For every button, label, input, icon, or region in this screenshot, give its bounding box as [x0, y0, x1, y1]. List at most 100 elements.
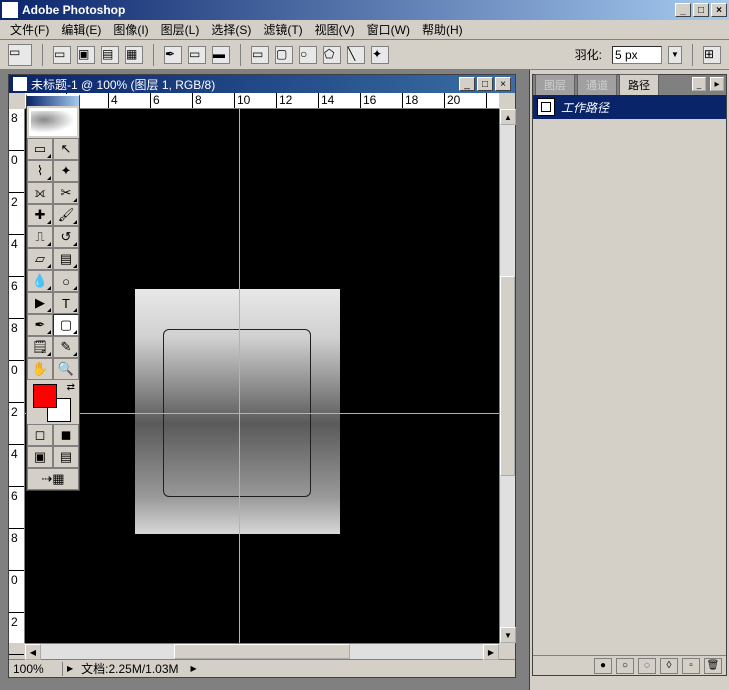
- pen-tool[interactable]: ✒: [27, 314, 53, 336]
- document-info: 文档:2.25M/1.03M: [73, 660, 186, 677]
- menu-window[interactable]: 窗口(W): [361, 19, 416, 40]
- standard-mode-icon[interactable]: ◻: [27, 424, 53, 446]
- options-dropdown-icon[interactable]: ▼: [668, 46, 682, 64]
- menu-help[interactable]: 帮助(H): [416, 19, 469, 40]
- path-item[interactable]: 工作路径: [533, 95, 726, 119]
- screen-standard-icon[interactable]: ▣: [27, 446, 53, 468]
- magic-wand-tool[interactable]: ✦: [53, 160, 79, 182]
- rectangle-tool[interactable]: ▢: [53, 314, 79, 336]
- ruler-horizontal[interactable]: 0246810121416182022: [25, 93, 499, 109]
- minimize-button[interactable]: _: [675, 3, 691, 17]
- close-button[interactable]: ×: [711, 3, 727, 17]
- color-swatches: ⇄: [27, 380, 79, 424]
- toolbox-grip[interactable]: [27, 96, 79, 106]
- guide-vertical[interactable]: [239, 109, 240, 643]
- crop-tool[interactable]: ⟗: [27, 182, 53, 204]
- separator: [153, 44, 154, 66]
- jump-to-imageready-icon[interactable]: ⇢▦: [27, 468, 79, 490]
- canvas[interactable]: [25, 109, 499, 643]
- paths-icon[interactable]: ▭: [188, 46, 206, 64]
- quickmask-mode-icon[interactable]: ◼: [53, 424, 79, 446]
- document-titlebar[interactable]: 未标题-1 @ 100% (图层 1, RGB/8) _ □ ×: [9, 75, 515, 93]
- hand-tool[interactable]: ✋: [27, 358, 53, 380]
- separator: [692, 44, 693, 66]
- separator: [42, 44, 43, 66]
- selection-add-icon[interactable]: ▣: [77, 46, 95, 64]
- eyedropper-tool[interactable]: ✎: [53, 336, 79, 358]
- guide-horizontal[interactable]: [25, 413, 499, 414]
- lasso-tool[interactable]: ⌇: [27, 160, 53, 182]
- tab-paths[interactable]: 路径: [619, 74, 659, 95]
- gradient-tool[interactable]: ▤: [53, 248, 79, 270]
- rect-shape-icon[interactable]: ▭: [251, 46, 269, 64]
- toolbox[interactable]: ▭ ↖ ⌇ ✦ ⟗ ✂ ✚ 🖌 ⎍ ↺ ▱ ▤ 💧 ○ ▶ T ✒ ▢ 🗒 ✎: [26, 94, 80, 491]
- palette-well-icon[interactable]: ⊞: [703, 46, 721, 64]
- ellipse-shape-icon[interactable]: ○: [299, 46, 317, 64]
- panel-collapse-button[interactable]: _: [692, 77, 706, 91]
- menu-image[interactable]: 图像(I): [107, 19, 154, 40]
- polygon-shape-icon[interactable]: ⬠: [323, 46, 341, 64]
- separator: [240, 44, 241, 66]
- selection-intersect-icon[interactable]: ▦: [125, 46, 143, 64]
- swap-colors-icon[interactable]: ⇄: [67, 382, 75, 393]
- selection-subtract-icon[interactable]: ▤: [101, 46, 119, 64]
- doc-maximize-button[interactable]: □: [477, 77, 493, 91]
- scroll-up-icon[interactable]: ▲: [500, 109, 516, 125]
- menu-select[interactable]: 选择(S): [205, 19, 257, 40]
- history-brush-tool[interactable]: ↺: [53, 226, 79, 248]
- fill-path-icon[interactable]: ●: [594, 658, 612, 674]
- shape-layers-icon[interactable]: ✒: [164, 46, 182, 64]
- fill-pixels-icon[interactable]: ▬: [212, 46, 230, 64]
- type-tool[interactable]: T: [53, 292, 79, 314]
- tab-channels[interactable]: 通道: [577, 74, 617, 95]
- tab-layers[interactable]: 图层: [535, 74, 575, 95]
- stroke-path-icon[interactable]: ○: [616, 658, 634, 674]
- slice-tool[interactable]: ✂: [53, 182, 79, 204]
- dodge-tool[interactable]: ○: [53, 270, 79, 292]
- zoom-tool[interactable]: 🔍: [53, 358, 79, 380]
- zoom-field[interactable]: 100%: [9, 662, 63, 676]
- doc-minimize-button[interactable]: _: [459, 77, 475, 91]
- brush-tool[interactable]: 🖌: [53, 204, 79, 226]
- healing-brush-tool[interactable]: ✚: [27, 204, 53, 226]
- feather-input[interactable]: [612, 46, 662, 64]
- menu-layer[interactable]: 图层(L): [155, 19, 206, 40]
- path-thumbnail-icon: [537, 98, 555, 116]
- move-tool[interactable]: ↖: [53, 138, 79, 160]
- scroll-right-icon[interactable]: ▶: [483, 644, 499, 660]
- menu-file[interactable]: 文件(F): [4, 19, 55, 40]
- panel-dock: 图层 通道 路径 _ ▸ 工作路径 ● ○ ◌ ◊ ▫ 🗑: [529, 70, 729, 690]
- foreground-color[interactable]: [33, 384, 57, 408]
- custom-shape-icon[interactable]: ✦: [371, 46, 389, 64]
- scroll-down-icon[interactable]: ▼: [500, 627, 516, 643]
- screen-full-menubar-icon[interactable]: ▤: [53, 446, 79, 468]
- rounded-rect-shape-icon[interactable]: ▢: [275, 46, 293, 64]
- menu-edit[interactable]: 编辑(E): [55, 19, 107, 40]
- ruler-vertical[interactable]: 8024680246802: [9, 109, 25, 643]
- path-to-selection-icon[interactable]: ◌: [638, 658, 656, 674]
- workspace: 未标题-1 @ 100% (图层 1, RGB/8) _ □ × 0246810…: [0, 70, 529, 690]
- blur-tool[interactable]: 💧: [27, 270, 53, 292]
- selection-to-path-icon[interactable]: ◊: [660, 658, 678, 674]
- notes-tool[interactable]: 🗒: [27, 336, 53, 358]
- scrollbar-horizontal[interactable]: ◀ ▶: [25, 643, 499, 659]
- maximize-button[interactable]: □: [693, 3, 709, 17]
- document-statusbar: 100% ▶ 文档:2.25M/1.03M ▶: [9, 659, 515, 677]
- new-path-icon[interactable]: ▫: [682, 658, 700, 674]
- status-arrow-icon[interactable]: ▶: [191, 664, 197, 673]
- clone-stamp-tool[interactable]: ⎍: [27, 226, 53, 248]
- scrollbar-vertical[interactable]: ▲ ▼: [499, 109, 515, 643]
- panel-menu-icon[interactable]: ▸: [710, 77, 724, 91]
- selection-new-icon[interactable]: ▭: [53, 46, 71, 64]
- delete-path-icon[interactable]: 🗑: [704, 658, 722, 674]
- canvas-layer: [135, 289, 340, 534]
- marquee-tool[interactable]: ▭: [27, 138, 53, 160]
- tool-preset-picker[interactable]: ▭: [8, 44, 32, 66]
- eraser-tool[interactable]: ▱: [27, 248, 53, 270]
- doc-close-button[interactable]: ×: [495, 77, 511, 91]
- menu-view[interactable]: 视图(V): [309, 19, 361, 40]
- scroll-left-icon[interactable]: ◀: [25, 644, 41, 660]
- path-selection-tool[interactable]: ▶: [27, 292, 53, 314]
- line-shape-icon[interactable]: ╲: [347, 46, 365, 64]
- menu-filter[interactable]: 滤镜(T): [257, 19, 308, 40]
